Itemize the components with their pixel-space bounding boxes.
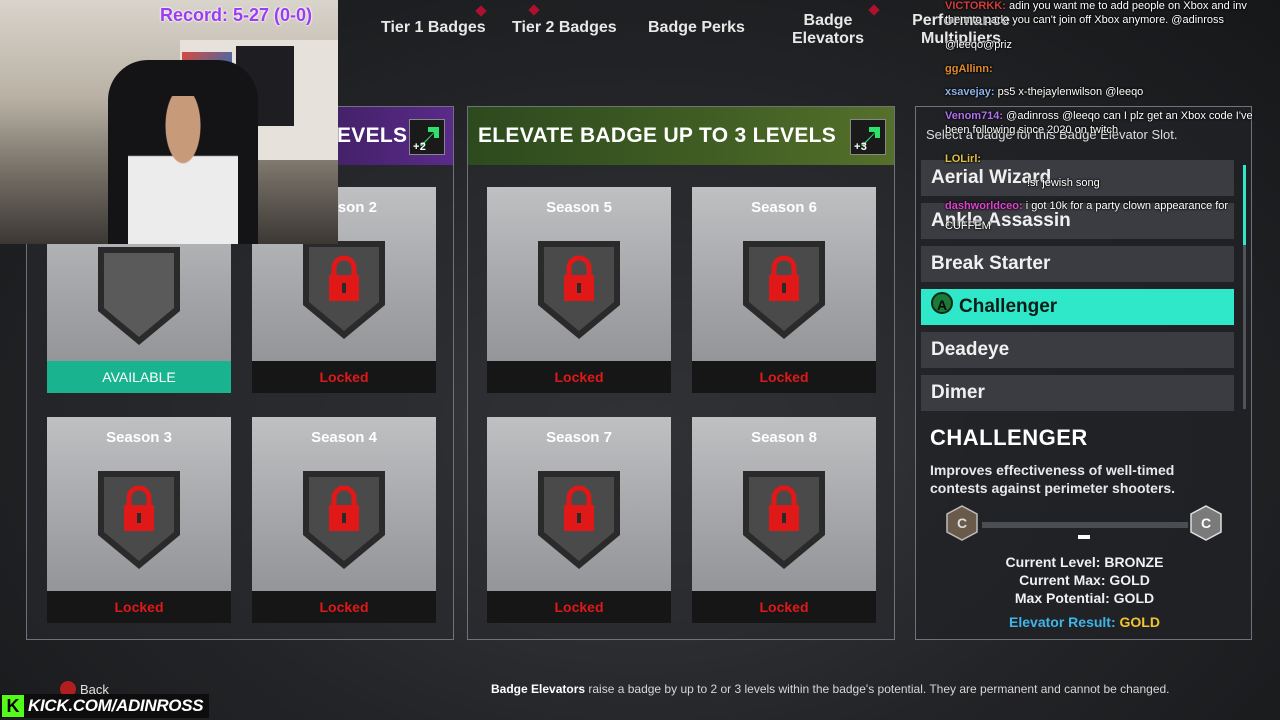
locked-label: Locked [47,591,231,623]
elevator-slot-season-8[interactable]: Season 8 Locked [692,417,876,623]
record-overlay: Record: 5-27 (0-0) [160,5,313,25]
tab-badge-perks[interactable]: Badge Perks [648,19,745,37]
chat-message: them to park. you can't join off Xbox an… [945,14,1225,26]
elevator-slot-season-4[interactable]: Season 4 Locked [252,417,436,623]
available-label: AVAILABLE [47,361,231,393]
locked-label: Locked [487,591,671,623]
chat-message: been following since 2020 on twitch [945,124,1119,136]
badge-item-deadeye[interactable]: Deadeye [921,332,1234,368]
tab-badge-elevators[interactable]: Badge Elevators [788,12,868,48]
elevator-slot-season-7[interactable]: Season 7 Locked [487,417,671,623]
lock-icon [743,241,825,339]
badge-detail-title: CHALLENGER [930,425,1088,450]
elevator-panel-3-levels: ELEVATE BADGE UP TO 3 LEVELS +3 Season 5… [467,106,895,640]
tab-tier2-badges[interactable]: Tier 2 Badges [512,19,617,37]
locked-label: Locked [692,361,876,393]
lock-icon [303,241,385,339]
elevator-slot-season-5[interactable]: Season 5 Locked [487,187,671,393]
gold-badge-icon: C [1190,505,1222,541]
lock-icon [538,241,620,339]
chat-message: xsavejay: ps5 x-thejaylenwilson @leeqo [945,86,1144,98]
current-max: Current Max: GOLD [1019,572,1150,588]
panel-header: ELEVATE BADGE UP TO 3 LEVELS +3 [468,107,894,165]
tab-tier1-badges[interactable]: Tier 1 Badges [381,5,487,37]
badge-item-break-starter[interactable]: Break Starter [921,246,1234,282]
badge-item-challenger[interactable]: A Challenger [921,289,1234,325]
panel-title: EVELS [337,124,408,147]
chat-message: !sr jewish song [1027,177,1100,189]
level-up-icon: +2 [409,119,445,155]
panel-title: ELEVATE BADGE UP TO 3 LEVELS [478,124,837,147]
locked-label: Locked [692,591,876,623]
chat-message: CUFFEM [945,220,991,232]
streamer-webcam: Record: 5-27 (0-0) [0,0,338,244]
chat-message: ggAllinn: [945,63,993,75]
list-scrollbar-thumb[interactable] [1243,165,1246,245]
svg-text:C: C [1201,515,1211,531]
locked-label: Locked [487,361,671,393]
lock-icon [98,471,180,569]
chat-message: @leeqo@priz [945,39,1012,51]
kick-logo-icon: K [2,695,24,717]
badge-level-marker [1078,535,1090,539]
chat-message: LOLirl: [945,153,982,165]
badge-item-dimer[interactable]: Dimer [921,375,1234,411]
lock-icon [538,471,620,569]
badge-level-track [982,522,1188,528]
elevator-result: Elevator Result: GOLD [1009,614,1160,630]
chat-message: dashworldceo: i got 10k for a party clow… [945,200,1229,212]
a-button-icon: A [931,292,953,314]
level-up-icon: +3 [850,119,886,155]
empty-badge-shield-icon [98,247,180,345]
bronze-badge-icon: C [946,505,978,541]
elevator-slot-season-3[interactable]: Season 3 Locked [47,417,231,623]
chat-message: Venom714: @adinross @leeqo can I plz get… [945,110,1253,122]
streamer [128,96,238,244]
footer-note: Badge Elevators raise a badge by up to 2… [491,682,1170,696]
elevator-slot-season-6[interactable]: Season 6 Locked [692,187,876,393]
current-level: Current Level: BRONZE [1005,554,1164,570]
svg-text:C: C [957,515,967,531]
locked-label: Locked [252,361,436,393]
lock-icon [303,471,385,569]
chat-message: VICTORKK: adin you want me to add people… [945,0,1247,12]
badge-detail-description: Improves effectiveness of well-timed con… [930,462,1176,496]
max-potential: Max Potential: GOLD [1014,590,1155,606]
kick-watermark: K KICK.COM/ADINROSS [0,694,210,718]
locked-label: Locked [252,591,436,623]
lock-icon [743,471,825,569]
